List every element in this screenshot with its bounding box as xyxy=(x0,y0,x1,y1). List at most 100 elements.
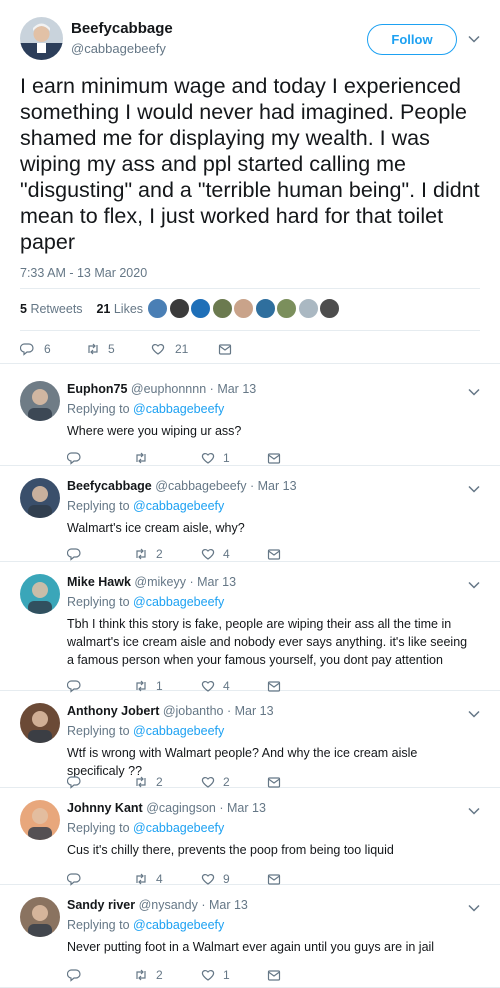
avatar[interactable] xyxy=(20,574,60,614)
reply-display-name[interactable]: Anthony Jobert xyxy=(67,704,159,718)
like-action[interactable]: 2 xyxy=(201,775,230,789)
reply-display-name[interactable]: Euphon75 xyxy=(67,382,127,396)
replying-to: Replying to @cabbagebeefy xyxy=(67,595,224,609)
reply-action[interactable] xyxy=(67,451,89,465)
retweet-action[interactable] xyxy=(134,451,156,465)
liker-avatar[interactable] xyxy=(254,298,276,319)
retweet-count: 2 xyxy=(156,775,163,789)
replying-to-handle[interactable]: @cabbagebeefy xyxy=(133,499,224,513)
liker-avatar[interactable] xyxy=(233,298,254,319)
heart-icon xyxy=(201,775,215,789)
reply-action[interactable] xyxy=(67,775,89,789)
reply-display-name[interactable]: Sandy river xyxy=(67,898,135,912)
chevron-down-icon[interactable] xyxy=(467,482,481,496)
avatar[interactable] xyxy=(20,800,60,840)
envelope-icon xyxy=(267,968,281,982)
retweet-action[interactable]: 2 xyxy=(134,968,163,982)
replying-label: Replying to xyxy=(67,402,130,416)
reply-display-name[interactable]: Johnny Kant xyxy=(67,801,143,815)
avatar[interactable] xyxy=(20,897,60,937)
retweet-action[interactable]: 5 xyxy=(86,342,115,356)
liker-avatar[interactable] xyxy=(319,298,340,319)
replying-to-handle[interactable]: @cabbagebeefy xyxy=(133,918,224,932)
avatar[interactable] xyxy=(20,703,60,743)
reply-date[interactable]: Mar 13 xyxy=(209,898,248,912)
chevron-down-icon[interactable] xyxy=(467,707,481,721)
reply-count: 6 xyxy=(44,342,51,356)
reply-action[interactable]: 6 xyxy=(20,342,51,356)
dm-action[interactable] xyxy=(267,872,281,886)
avatar[interactable] xyxy=(20,478,60,518)
like-action[interactable]: 1 xyxy=(201,968,230,982)
likes-label[interactable]: Likes xyxy=(114,302,143,316)
retweet-action[interactable]: 2 xyxy=(134,547,163,561)
reply-icon xyxy=(67,872,81,886)
replying-to-handle[interactable]: @cabbagebeefy xyxy=(133,724,224,738)
replying-label: Replying to xyxy=(67,821,130,835)
reply-display-name[interactable]: Beefycabbage xyxy=(67,479,152,493)
retweets-label[interactable]: Retweets xyxy=(30,302,82,316)
chevron-down-icon[interactable] xyxy=(467,32,481,46)
reply-handle[interactable]: @mikeyy xyxy=(134,575,186,589)
dm-action[interactable] xyxy=(267,775,281,789)
retweet-action[interactable]: 4 xyxy=(134,872,163,886)
dm-action[interactable] xyxy=(218,342,232,356)
reply-handle[interactable]: @cabbagebeefy xyxy=(155,479,246,493)
main-tweet: Beefycabbage @cabbagebeefy Follow I earn… xyxy=(0,0,500,364)
replying-to-handle[interactable]: @cabbagebeefy xyxy=(133,402,224,416)
like-action[interactable]: 9 xyxy=(201,872,230,886)
reply-handle[interactable]: @jobantho xyxy=(163,704,224,718)
like-action[interactable]: 1 xyxy=(201,451,230,465)
reply-text: Cus it's chilly there, prevents the poop… xyxy=(67,843,394,857)
avatar[interactable] xyxy=(20,17,63,60)
liker-avatar[interactable] xyxy=(276,298,297,319)
reply-action[interactable] xyxy=(67,872,89,886)
reply-icon xyxy=(67,775,81,789)
reply-header: Anthony Jobert @jobantho · Mar 13 xyxy=(67,704,274,718)
reply-handle[interactable]: @euphonnnn xyxy=(131,382,206,396)
reply-date[interactable]: Mar 13 xyxy=(217,382,256,396)
heart-icon xyxy=(201,872,215,886)
retweet-count: 2 xyxy=(156,547,163,561)
reply-tweet: Euphon75 @euphonnnn · Mar 13 Replying to… xyxy=(0,369,500,466)
user-handle[interactable]: @cabbagebeefy xyxy=(71,41,166,56)
reply-date[interactable]: Mar 13 xyxy=(197,575,236,589)
reply-handle[interactable]: @cagingson xyxy=(146,801,216,815)
liker-avatar[interactable] xyxy=(147,298,168,319)
retweets-count[interactable]: 5 xyxy=(20,302,27,316)
chevron-down-icon[interactable] xyxy=(467,578,481,592)
reply-date[interactable]: Mar 13 xyxy=(235,704,274,718)
chevron-down-icon[interactable] xyxy=(467,901,481,915)
reply-header: Sandy river @nysandy · Mar 13 xyxy=(67,898,248,912)
replying-to-handle[interactable]: @cabbagebeefy xyxy=(133,595,224,609)
chevron-down-icon[interactable] xyxy=(467,804,481,818)
dm-action[interactable] xyxy=(267,968,281,982)
like-count: 9 xyxy=(223,872,230,886)
tweet-timestamp[interactable]: 7:33 AM - 13 Mar 2020 xyxy=(20,266,147,280)
avatar[interactable] xyxy=(20,381,60,421)
liker-avatar[interactable] xyxy=(297,298,319,319)
reply-action[interactable] xyxy=(67,968,89,982)
heart-icon xyxy=(201,968,215,982)
dm-action[interactable] xyxy=(267,451,281,465)
reply-display-name[interactable]: Mike Hawk xyxy=(67,575,131,589)
liker-avatar[interactable] xyxy=(211,298,233,319)
follow-button[interactable]: Follow xyxy=(367,24,457,55)
like-action[interactable]: 4 xyxy=(201,547,230,561)
reply-date[interactable]: Mar 13 xyxy=(258,479,297,493)
retweet-icon xyxy=(134,872,148,886)
separator: · xyxy=(219,801,224,815)
retweet-action[interactable]: 2 xyxy=(134,775,163,789)
reply-tweet: Beefycabbage @cabbagebeefy · Mar 13 Repl… xyxy=(0,466,500,562)
replying-to-handle[interactable]: @cabbagebeefy xyxy=(133,821,224,835)
likes-count[interactable]: 21 xyxy=(96,302,110,316)
chevron-down-icon[interactable] xyxy=(467,385,481,399)
reply-date[interactable]: Mar 13 xyxy=(227,801,266,815)
liker-avatar[interactable] xyxy=(168,298,190,319)
reply-handle[interactable]: @nysandy xyxy=(139,898,198,912)
like-action[interactable]: 21 xyxy=(151,342,188,356)
display-name[interactable]: Beefycabbage xyxy=(71,20,173,37)
reply-action[interactable] xyxy=(67,547,89,561)
liker-avatar[interactable] xyxy=(190,298,211,319)
dm-action[interactable] xyxy=(267,547,281,561)
